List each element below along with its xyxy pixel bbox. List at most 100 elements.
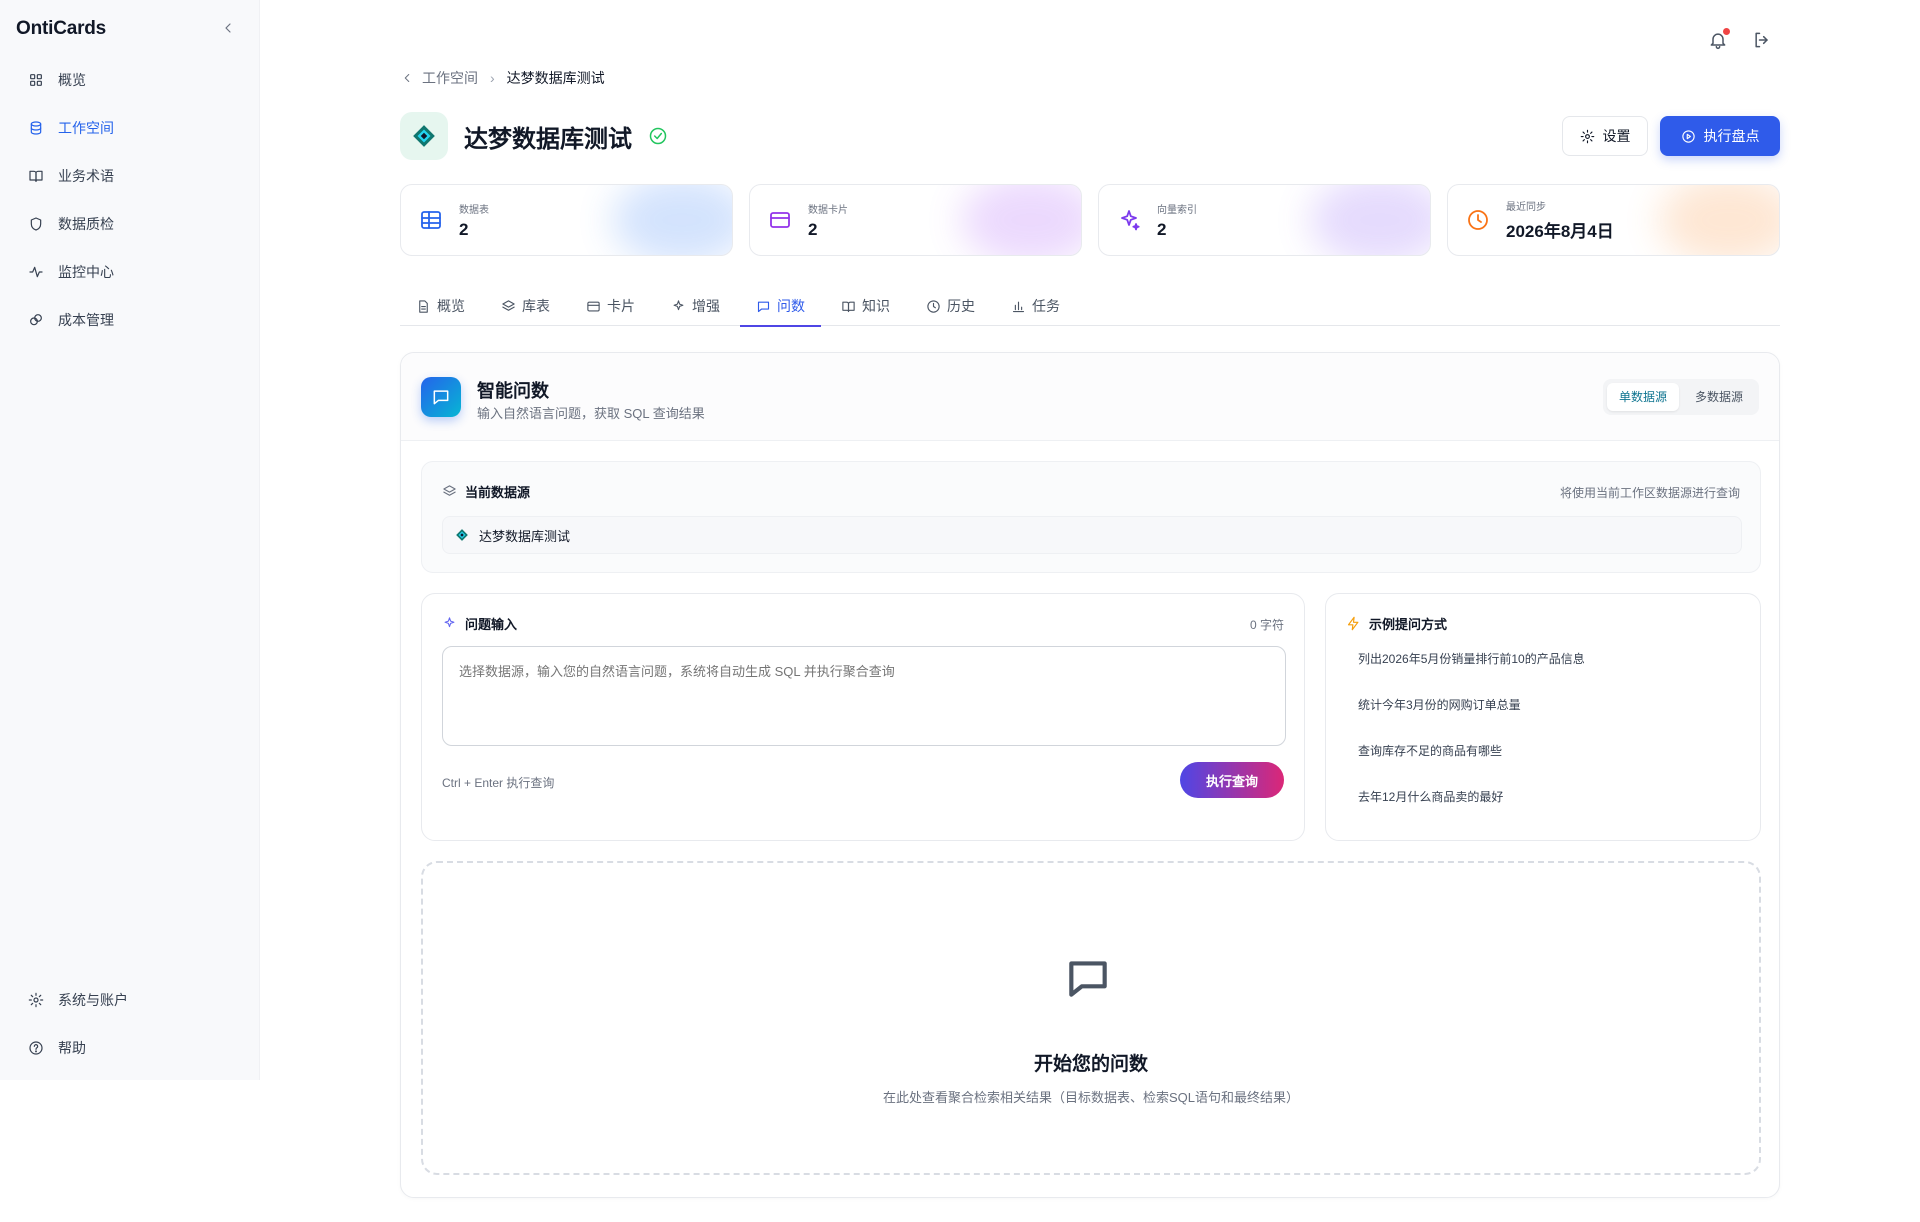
chevron-left-icon bbox=[225, 23, 231, 33]
breadcrumb-parent[interactable]: 工作空间 bbox=[422, 68, 478, 88]
sidebar-bottom-nav: 系统与账户 帮助 bbox=[14, 982, 246, 1078]
stats-row: 数据表 2 数据卡片 2 向量索引 2 最近同步 2026年8月4日 bbox=[400, 184, 1780, 256]
stat-card-last-sync: 最近同步 2026年8月4日 bbox=[1447, 184, 1780, 256]
sparkles-icon bbox=[1121, 210, 1140, 231]
sidebar-item-label: 数据质检 bbox=[58, 216, 114, 232]
tab-label: 卡片 bbox=[607, 298, 635, 314]
panel-title: 智能问数 bbox=[477, 381, 549, 401]
notification-dot bbox=[1723, 28, 1730, 35]
current-source-item: 达梦数据库测试 bbox=[442, 516, 1742, 554]
logout-button[interactable] bbox=[1752, 30, 1772, 50]
clock-icon bbox=[1468, 210, 1488, 230]
notification-button[interactable] bbox=[1708, 28, 1730, 50]
tab-overview[interactable]: 概览 bbox=[400, 286, 481, 326]
mode-multi-source[interactable]: 多数据源 bbox=[1683, 383, 1755, 411]
help-icon bbox=[29, 1041, 43, 1055]
breadcrumb-separator: › bbox=[490, 70, 495, 86]
sidebar-item-workspace[interactable]: 工作空间 bbox=[14, 110, 246, 146]
question-input-label: 问题输入 bbox=[465, 617, 518, 632]
tab-enhance[interactable]: 增强 bbox=[655, 286, 736, 326]
sidebar-item-glossary[interactable]: 业务术语 bbox=[14, 158, 246, 194]
layers-icon bbox=[502, 299, 515, 311]
book-icon bbox=[842, 301, 855, 312]
message-icon bbox=[1063, 953, 1113, 1003]
sidebar-item-settings[interactable]: 系统与账户 bbox=[14, 982, 246, 1018]
dameng-logo-icon bbox=[456, 529, 468, 541]
current-source-hint: 将使用当前工作区数据源进行查询 bbox=[1559, 486, 1740, 500]
example-question[interactable]: 列出2026年5月份销量排行前10的产品信息 bbox=[1346, 648, 1742, 694]
stat-label: 数据卡片 bbox=[808, 204, 848, 216]
mode-single-source[interactable]: 单数据源 bbox=[1606, 383, 1679, 411]
empty-state-subtitle: 在此处查看聚合检索相关结果（目标数据表、检索SQL语句和最终结果） bbox=[882, 1090, 1299, 1105]
sparkles-icon bbox=[444, 617, 455, 628]
tab-tables[interactable]: 库表 bbox=[485, 286, 566, 326]
tab-label: 库表 bbox=[522, 298, 550, 314]
tab-ask-data[interactable]: 问数 bbox=[740, 286, 821, 327]
verified-icon bbox=[648, 126, 668, 146]
stat-label: 数据表 bbox=[459, 204, 489, 216]
char-count: 0 字符 bbox=[1249, 618, 1284, 632]
question-input-title: 问题输入 bbox=[442, 614, 517, 633]
tab-cards[interactable]: 卡片 bbox=[570, 286, 651, 326]
sidebar-item-monitor[interactable]: 监控中心 bbox=[14, 254, 246, 290]
examples-label: 示例提问方式 bbox=[1369, 617, 1448, 632]
tab-history[interactable]: 历史 bbox=[910, 286, 991, 326]
sparkles-icon bbox=[673, 299, 684, 310]
book-icon bbox=[29, 170, 43, 182]
current-source-name: 达梦数据库测试 bbox=[479, 528, 571, 544]
sidebar-item-quality[interactable]: 数据质检 bbox=[14, 206, 246, 242]
sidebar-item-label: 帮助 bbox=[58, 1040, 86, 1056]
database-icon bbox=[30, 121, 42, 135]
examples-title: 示例提问方式 bbox=[1346, 614, 1447, 633]
run-inventory-label: 执行盘点 bbox=[1703, 128, 1760, 144]
grid-icon bbox=[30, 74, 42, 86]
tab-label: 增强 bbox=[692, 298, 720, 314]
sidebar-item-help[interactable]: 帮助 bbox=[14, 1030, 246, 1066]
workspace-tabs: 概览 库表 卡片 增强 问数 知识 历史 任务 bbox=[400, 286, 1780, 327]
tab-label: 概览 bbox=[437, 298, 465, 314]
gear-icon bbox=[28, 992, 44, 1008]
message-icon bbox=[757, 301, 770, 312]
current-source-box: 当前数据源 将使用当前工作区数据源进行查询 达梦数据库测试 bbox=[421, 461, 1761, 573]
breadcrumb-current: 达梦数据库测试 bbox=[506, 70, 605, 86]
gear-icon bbox=[1580, 129, 1594, 143]
page-title: 达梦数据库测试 bbox=[464, 125, 632, 153]
stat-card-cards: 数据卡片 2 bbox=[749, 184, 1082, 256]
stat-label: 向量索引 bbox=[1157, 204, 1197, 216]
dameng-logo-icon bbox=[413, 125, 435, 147]
results-empty-state: 开始您的问数 在此处查看聚合检索相关结果（目标数据表、检索SQL语句和最终结果） bbox=[421, 861, 1761, 1175]
sidebar-item-overview[interactable]: 概览 bbox=[14, 62, 246, 98]
current-source-label: 当前数据源 bbox=[465, 485, 531, 500]
example-question[interactable]: 查询库存不足的商品有哪些 bbox=[1346, 740, 1742, 786]
stat-value: 2026年8月4日 bbox=[1506, 222, 1614, 241]
tab-label: 任务 bbox=[1032, 298, 1060, 314]
source-mode-toggle: 单数据源 多数据源 bbox=[1602, 379, 1759, 415]
card-icon bbox=[770, 212, 790, 228]
stat-card-tables: 数据表 2 bbox=[400, 184, 733, 256]
chat-icon bbox=[421, 377, 461, 417]
example-question[interactable]: 去年12月什么商品卖的最好 bbox=[1346, 786, 1742, 832]
tab-tasks[interactable]: 任务 bbox=[995, 286, 1076, 326]
stat-value: 2 bbox=[459, 219, 469, 239]
run-query-button[interactable]: 执行查询 bbox=[1180, 762, 1284, 798]
shortcut-hint: Ctrl + Enter 执行查询 bbox=[442, 776, 555, 790]
question-textarea[interactable] bbox=[442, 646, 1286, 746]
page-header: 达梦数据库测试 bbox=[400, 112, 668, 160]
stat-label: 最近同步 bbox=[1506, 202, 1546, 213]
empty-state-title: 开始您的问数 bbox=[1033, 1054, 1148, 1075]
sidebar-item-label: 监控中心 bbox=[58, 264, 114, 280]
settings-button[interactable]: 设置 bbox=[1562, 116, 1648, 156]
panel-header: 智能问数 输入自然语言问题，获取 SQL 查询结果 单数据源 多数据源 bbox=[401, 353, 1779, 441]
run-inventory-button[interactable]: 执行盘点 bbox=[1660, 116, 1780, 156]
example-question[interactable]: 统计今年3月份的网购订单总量 bbox=[1346, 694, 1742, 740]
sidebar: OntiCards 概览 工作空间 业务术语 数据质检 监控中心 成本管理 系统… bbox=[0, 0, 260, 1080]
coins-icon bbox=[30, 314, 42, 326]
collapse-sidebar-button[interactable] bbox=[220, 20, 236, 36]
chevron-left-icon[interactable] bbox=[400, 71, 414, 85]
shield-icon bbox=[30, 217, 42, 231]
tab-label: 历史 bbox=[947, 298, 975, 314]
play-circle-icon bbox=[1681, 129, 1695, 143]
tab-knowledge[interactable]: 知识 bbox=[825, 286, 906, 326]
sidebar-item-cost[interactable]: 成本管理 bbox=[14, 302, 246, 338]
brand-logo: OntiCards bbox=[16, 18, 107, 39]
